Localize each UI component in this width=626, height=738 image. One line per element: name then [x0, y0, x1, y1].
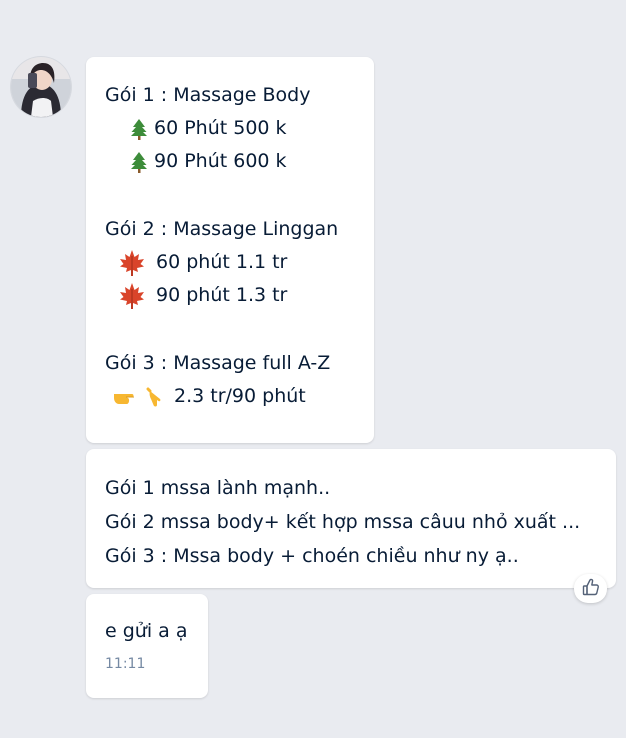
- message-line: 2.3 tr/90 phút: [105, 380, 374, 413]
- message-bubble-packages[interactable]: Gói 1 : Massage Body 60 Phút 500 k 90 Ph…: [86, 57, 374, 443]
- message-bubble-descriptions[interactable]: Gói 1 mssa lành mạnh.. Gói 2 mssa body+ …: [86, 449, 616, 588]
- message-line: Gói 1 mssa lành mạnh..: [105, 477, 331, 499]
- pine-tree-emoji: [129, 118, 149, 140]
- message-line: 60 phút 1.1 tr: [105, 246, 374, 279]
- pointing-hand-emoji: [112, 385, 142, 409]
- message-line: Gói 2 : Massage Linggan: [105, 218, 339, 240]
- message-line: Gói 3 : Mssa body + choén chiều như ny ạ…: [105, 545, 519, 567]
- message-text: e gửi a ạ: [105, 620, 188, 642]
- thumbs-up-icon: [581, 577, 601, 601]
- message-line: 60 Phút 500 k: [105, 112, 374, 145]
- maple-leaf-emoji: [117, 248, 147, 278]
- message-timestamp: 11:11: [105, 656, 146, 672]
- maple-leaf-emoji: [117, 281, 147, 311]
- message-line: 90 Phút 600 k: [105, 145, 374, 178]
- message-line: Gói 3 : Massage full A-Z: [105, 352, 331, 374]
- reaction-button[interactable]: [574, 574, 607, 603]
- pine-tree-emoji: [129, 151, 149, 173]
- message-bubble-short[interactable]: e gửi a ạ 11:11: [86, 594, 208, 698]
- message-line: Gói 1 : Massage Body: [105, 84, 311, 106]
- contact-avatar[interactable]: [11, 57, 71, 117]
- message-line: Gói 2 mssa body+ kết hợp mssa câuu nhỏ x…: [105, 511, 581, 533]
- pointing-hand-emoji: [146, 385, 170, 409]
- message-line: 90 phút 1.3 tr: [105, 279, 374, 312]
